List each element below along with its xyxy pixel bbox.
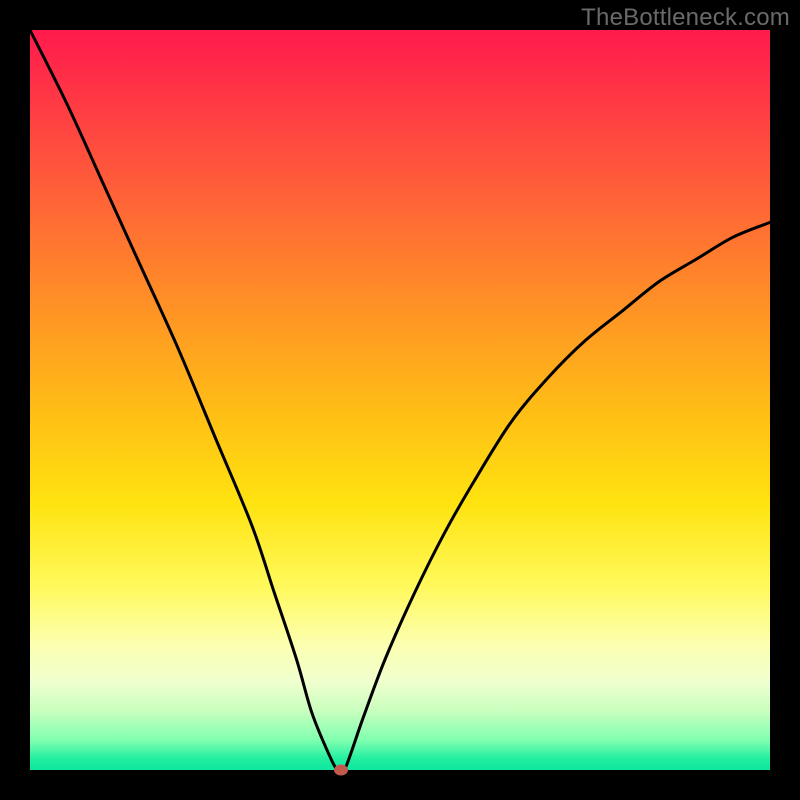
chart-frame: TheBottleneck.com	[0, 0, 800, 800]
bottleneck-curve	[30, 30, 770, 770]
plot-area	[30, 30, 770, 770]
watermark-text: TheBottleneck.com	[581, 4, 790, 32]
optimal-point-marker	[334, 765, 348, 776]
